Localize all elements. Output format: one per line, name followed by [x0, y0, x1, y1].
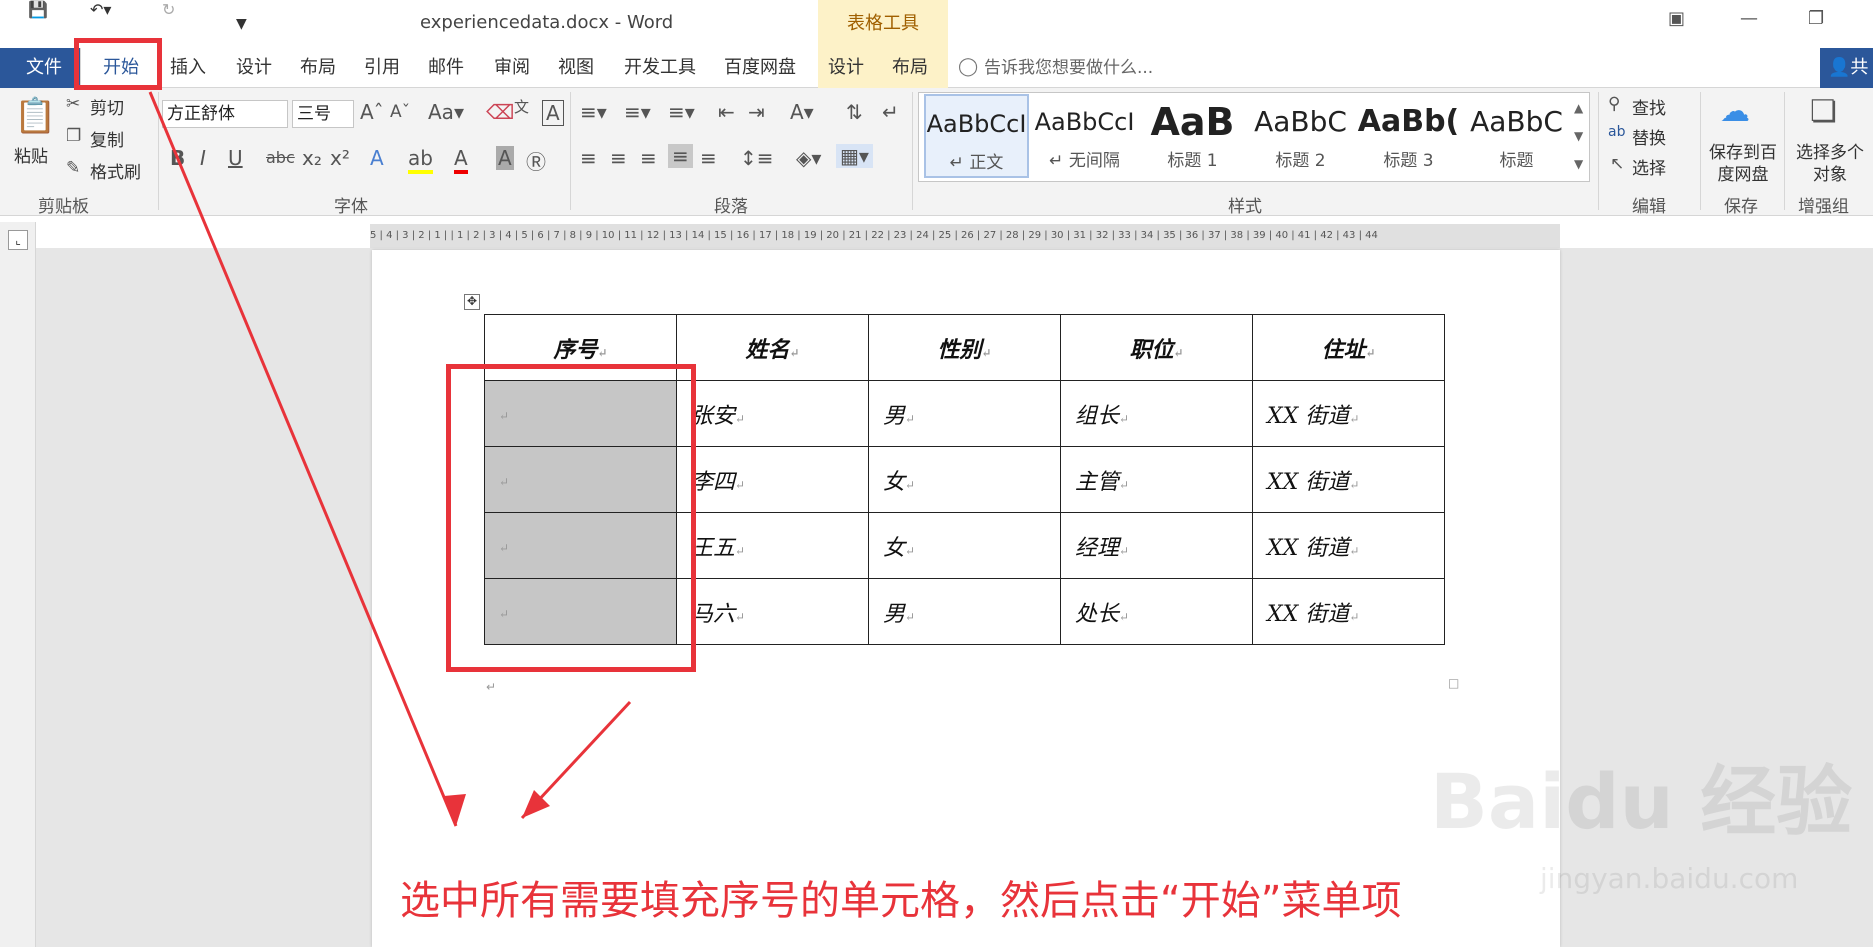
- watermark-logo: Baidu 经验: [1430, 757, 1853, 846]
- instruction-caption: 选中所有需要填充序号的单元格，然后点击“开始”菜单项: [400, 878, 1402, 924]
- arrow-line: [148, 91, 458, 827]
- watermark-url: jingyan.baidu.com: [1540, 862, 1799, 895]
- arrow-head: [444, 794, 466, 826]
